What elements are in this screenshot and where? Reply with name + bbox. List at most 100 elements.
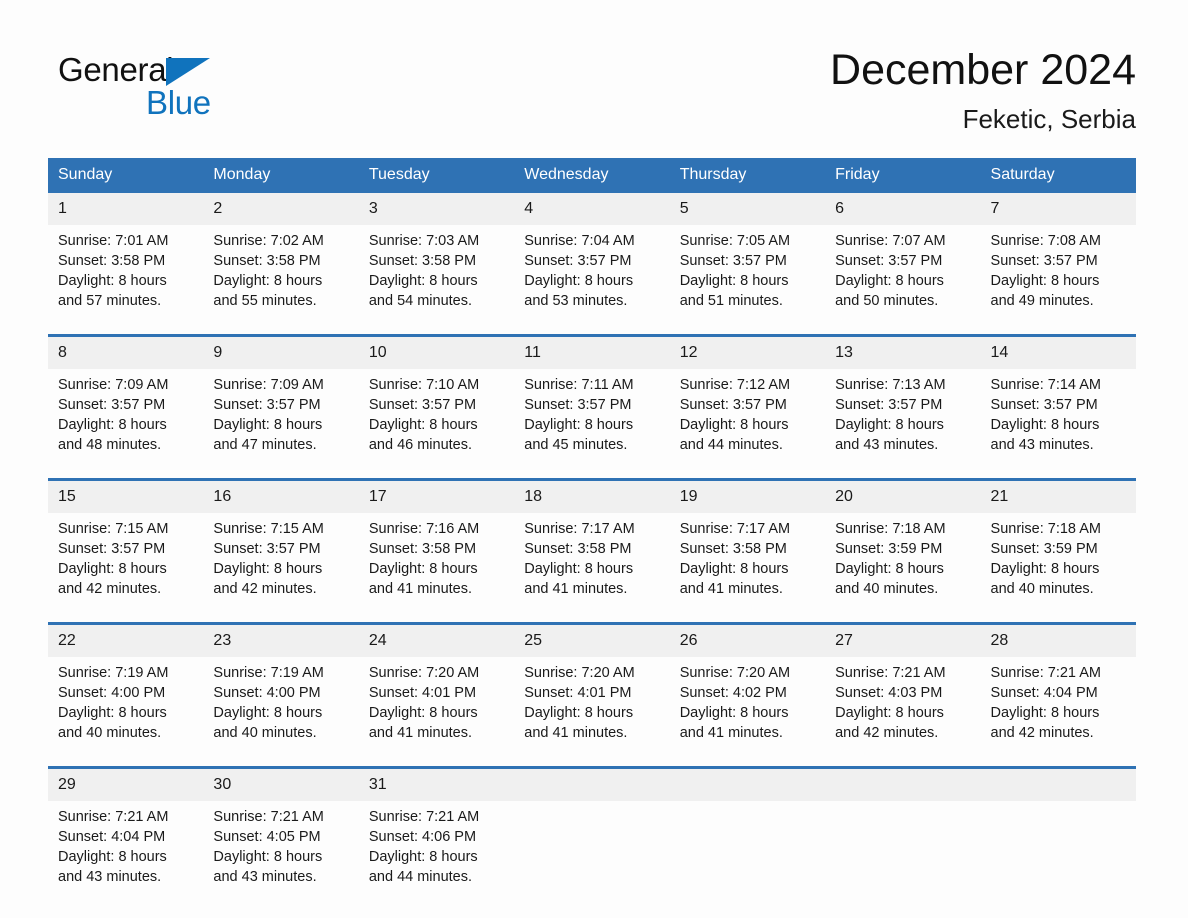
daylight-line2: and 42 minutes.: [990, 725, 1094, 741]
day-cell[interactable]: Sunrise: 7:17 AM Sunset: 3:58 PM Dayligh…: [670, 513, 825, 611]
day-cell[interactable]: Sunrise: 7:16 AM Sunset: 3:58 PM Dayligh…: [359, 513, 514, 611]
day-cell[interactable]: Sunrise: 7:10 AM Sunset: 3:57 PM Dayligh…: [359, 369, 514, 467]
sunset-text: Sunset: 3:57 PM: [835, 253, 943, 269]
day-cell[interactable]: Sunrise: 7:02 AM Sunset: 3:58 PM Dayligh…: [203, 225, 358, 323]
sunset-text: Sunset: 4:02 PM: [679, 685, 787, 701]
sunset-text: Sunset: 3:57 PM: [524, 397, 632, 413]
day-cell[interactable]: Sunrise: 7:21 AM Sunset: 4:05 PM Dayligh…: [203, 801, 358, 899]
day-cell[interactable]: Sunrise: 7:07 AM Sunset: 3:57 PM Dayligh…: [825, 225, 980, 323]
daylight-line2: and 44 minutes.: [368, 869, 473, 885]
daylight-line1: Daylight: 8 hours: [524, 273, 634, 289]
day-number[interactable]: 8: [48, 337, 203, 369]
brand-name-blue: Blue: [146, 84, 211, 121]
day-number[interactable]: 13: [825, 337, 980, 369]
daylight-line2: and 41 minutes.: [679, 581, 783, 597]
sunrise-text: Sunrise: 7:17 AM: [524, 521, 635, 537]
day-number[interactable]: 15: [48, 481, 203, 513]
day-number[interactable]: 6: [825, 193, 980, 225]
day-number[interactable]: 24: [359, 625, 514, 657]
sunrise-text: Sunrise: 7:11 AM: [524, 377, 634, 393]
day-cell[interactable]: Sunrise: 7:15 AM Sunset: 3:57 PM Dayligh…: [48, 513, 203, 611]
day-cell[interactable]: Sunrise: 7:18 AM Sunset: 3:59 PM Dayligh…: [981, 513, 1136, 611]
day-number[interactable]: 25: [514, 625, 669, 657]
day-cell[interactable]: Sunrise: 7:09 AM Sunset: 3:57 PM Dayligh…: [203, 369, 358, 467]
day-cell[interactable]: Sunrise: 7:04 AM Sunset: 3:57 PM Dayligh…: [514, 225, 669, 323]
sunset-text: Sunset: 4:03 PM: [835, 685, 943, 701]
daylight-line1: Daylight: 8 hours: [990, 273, 1100, 289]
day-number[interactable]: 2: [203, 193, 358, 225]
week-detail-row: Sunrise: 7:01 AM Sunset: 3:58 PM Dayligh…: [48, 225, 1136, 323]
sunset-text: Sunset: 3:58 PM: [213, 253, 321, 269]
day-number[interactable]: 4: [514, 193, 669, 225]
sunrise-text: Sunrise: 7:09 AM: [58, 377, 169, 393]
day-number[interactable]: 18: [514, 481, 669, 513]
day-cell[interactable]: Sunrise: 7:18 AM Sunset: 3:59 PM Dayligh…: [825, 513, 980, 611]
day-number[interactable]: 14: [981, 337, 1136, 369]
day-cell[interactable]: Sunrise: 7:11 AM Sunset: 3:57 PM Dayligh…: [514, 369, 669, 467]
day-number[interactable]: 20: [825, 481, 980, 513]
day-number[interactable]: 11: [514, 337, 669, 369]
day-cell[interactable]: Sunrise: 7:13 AM Sunset: 3:57 PM Dayligh…: [825, 369, 980, 467]
daylight-line1: Daylight: 8 hours: [524, 561, 634, 577]
day-cell[interactable]: Sunrise: 7:12 AM Sunset: 3:57 PM Dayligh…: [670, 369, 825, 467]
day-number[interactable]: 10: [359, 337, 514, 369]
day-number[interactable]: 9: [203, 337, 358, 369]
day-cell[interactable]: Sunrise: 7:21 AM Sunset: 4:03 PM Dayligh…: [825, 657, 980, 755]
sunrise-text: Sunrise: 7:21 AM: [58, 809, 169, 825]
day-cell[interactable]: Sunrise: 7:19 AM Sunset: 4:00 PM Dayligh…: [48, 657, 203, 755]
sunrise-text: Sunrise: 7:03 AM: [368, 233, 480, 249]
day-number[interactable]: 23: [203, 625, 358, 657]
day-number[interactable]: 27: [825, 625, 980, 657]
daylight-line2: and 47 minutes.: [213, 437, 317, 453]
week-daynum-row: 29 30 31: [48, 769, 1136, 801]
daylight-line1: Daylight: 8 hours: [679, 705, 789, 721]
day-cell[interactable]: Sunrise: 7:03 AM Sunset: 3:58 PM Dayligh…: [359, 225, 514, 323]
day-cell[interactable]: Sunrise: 7:20 AM Sunset: 4:01 PM Dayligh…: [359, 657, 514, 755]
day-number[interactable]: 12: [670, 337, 825, 369]
day-cell[interactable]: Sunrise: 7:01 AM Sunset: 3:58 PM Dayligh…: [48, 225, 203, 323]
day-number[interactable]: 29: [48, 769, 203, 801]
day-number[interactable]: 1: [48, 193, 203, 225]
day-cell[interactable]: Sunrise: 7:20 AM Sunset: 4:01 PM Dayligh…: [514, 657, 669, 755]
sunrise-text: Sunrise: 7:20 AM: [524, 665, 635, 681]
sunset-text: Sunset: 3:58 PM: [679, 541, 787, 557]
sunset-text: Sunset: 3:57 PM: [990, 397, 1098, 413]
day-cell[interactable]: Sunrise: 7:20 AM Sunset: 4:02 PM Dayligh…: [670, 657, 825, 755]
day-cell[interactable]: Sunrise: 7:21 AM Sunset: 4:04 PM Dayligh…: [981, 657, 1136, 755]
week-row: 22 23 24 25 26 27 28 Sunrise: 7:19 AM Su…: [48, 622, 1136, 755]
day-cell[interactable]: Sunrise: 7:14 AM Sunset: 3:57 PM Dayligh…: [981, 369, 1136, 467]
day-number[interactable]: 22: [48, 625, 203, 657]
day-number[interactable]: 26: [670, 625, 825, 657]
sunset-text: Sunset: 4:00 PM: [213, 685, 321, 701]
day-number[interactable]: 31: [359, 769, 514, 801]
day-number[interactable]: 7: [981, 193, 1136, 225]
sunset-text: Sunset: 3:57 PM: [990, 253, 1098, 269]
day-number[interactable]: 17: [359, 481, 514, 513]
day-number[interactable]: 30: [203, 769, 358, 801]
day-number[interactable]: 5: [670, 193, 825, 225]
day-cell[interactable]: Sunrise: 7:15 AM Sunset: 3:57 PM Dayligh…: [203, 513, 358, 611]
day-number[interactable]: 16: [203, 481, 358, 513]
day-cell[interactable]: Sunrise: 7:21 AM Sunset: 4:04 PM Dayligh…: [48, 801, 203, 899]
sunrise-text: Sunrise: 7:20 AM: [679, 665, 791, 681]
daylight-line2: and 41 minutes.: [524, 581, 628, 597]
day-cell[interactable]: Sunrise: 7:17 AM Sunset: 3:58 PM Dayligh…: [514, 513, 669, 611]
day-number[interactable]: 3: [359, 193, 514, 225]
daylight-line1: Daylight: 8 hours: [990, 417, 1100, 433]
daylight-line1: Daylight: 8 hours: [835, 273, 944, 289]
day-number[interactable]: 19: [670, 481, 825, 513]
day-cell[interactable]: Sunrise: 7:05 AM Sunset: 3:57 PM Dayligh…: [670, 225, 825, 323]
week-row: 8 9 10 11 12 13 14 Sunrise: 7:09 AM Suns…: [48, 334, 1136, 467]
sunset-text: Sunset: 4:04 PM: [990, 685, 1098, 701]
day-number[interactable]: 21: [981, 481, 1136, 513]
day-cell[interactable]: Sunrise: 7:09 AM Sunset: 3:57 PM Dayligh…: [48, 369, 203, 467]
brand-logo[interactable]: General Blue: [58, 52, 318, 138]
day-cell[interactable]: Sunrise: 7:19 AM Sunset: 4:00 PM Dayligh…: [203, 657, 358, 755]
day-cell[interactable]: Sunrise: 7:21 AM Sunset: 4:06 PM Dayligh…: [359, 801, 514, 899]
day-cell-empty: [514, 801, 669, 899]
day-cell[interactable]: Sunrise: 7:08 AM Sunset: 3:57 PM Dayligh…: [981, 225, 1136, 323]
daylight-line1: Daylight: 8 hours: [679, 417, 789, 433]
sunrise-text: Sunrise: 7:01 AM: [58, 233, 169, 249]
sunset-text: Sunset: 3:59 PM: [835, 541, 943, 557]
day-number[interactable]: 28: [981, 625, 1136, 657]
